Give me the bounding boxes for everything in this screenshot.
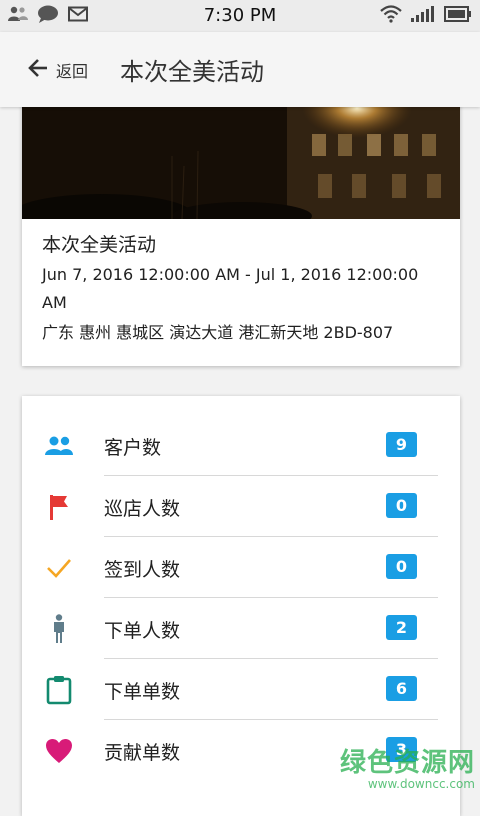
stat-label: 签到人数 (104, 559, 181, 581)
stat-count-badge: 0 (386, 493, 417, 518)
event-banner-image (22, 96, 460, 219)
arrow-left-icon (26, 56, 50, 84)
status-bar: 7:30 PM (0, 0, 480, 32)
stat-row-check-ins[interactable]: 签到人数 0 (22, 537, 460, 598)
stat-label: 巡店人数 (104, 498, 181, 520)
back-button[interactable]: 返回 (26, 56, 88, 84)
status-time: 7:30 PM (203, 5, 277, 26)
stat-count-badge: 9 (386, 432, 417, 457)
back-label: 返回 (56, 61, 89, 81)
heart-icon (44, 736, 74, 766)
clipboard-icon (44, 675, 74, 705)
person-icon (44, 614, 74, 644)
stat-label: 下单单数 (104, 681, 181, 703)
check-icon (44, 553, 74, 583)
event-time-range: Jun 7, 2016 12:00:00 AM - Jul 1, 2016 12… (42, 265, 419, 312)
page-title: 本次全美活动 (120, 58, 265, 86)
stat-count-badge: 0 (386, 554, 417, 579)
event-title: 本次全美活动 (42, 234, 157, 256)
app-bar: 返回 本次全美活动 (0, 32, 480, 107)
event-card[interactable]: 本次全美活动 Jun 7, 2016 12:00:00 AM - Jul 1, … (22, 96, 460, 366)
stat-row-store-visits[interactable]: 巡店人数 0 (22, 476, 460, 537)
stat-row-customers[interactable]: 客户数 9 (22, 415, 460, 476)
stat-row-order-people[interactable]: 下单人数 2 (22, 598, 460, 659)
flag-icon (44, 492, 74, 522)
event-address: 广东 惠州 惠城区 演达大道 港汇新天地 2BD-807 (42, 323, 394, 342)
people-icon (44, 431, 74, 461)
watermark-brand: 绿色资源网 (340, 748, 476, 778)
stat-label: 贡献单数 (104, 742, 181, 764)
stat-label: 客户数 (104, 437, 162, 459)
stat-count-badge: 2 (386, 615, 417, 640)
stat-label: 下单人数 (104, 620, 181, 642)
watermark: 绿色资源网 www.downcc.com (340, 742, 475, 791)
stat-row-order-count[interactable]: 下单单数 6 (22, 659, 460, 720)
watermark-url: www.downcc.com (367, 777, 475, 791)
stat-count-badge: 6 (386, 676, 417, 701)
